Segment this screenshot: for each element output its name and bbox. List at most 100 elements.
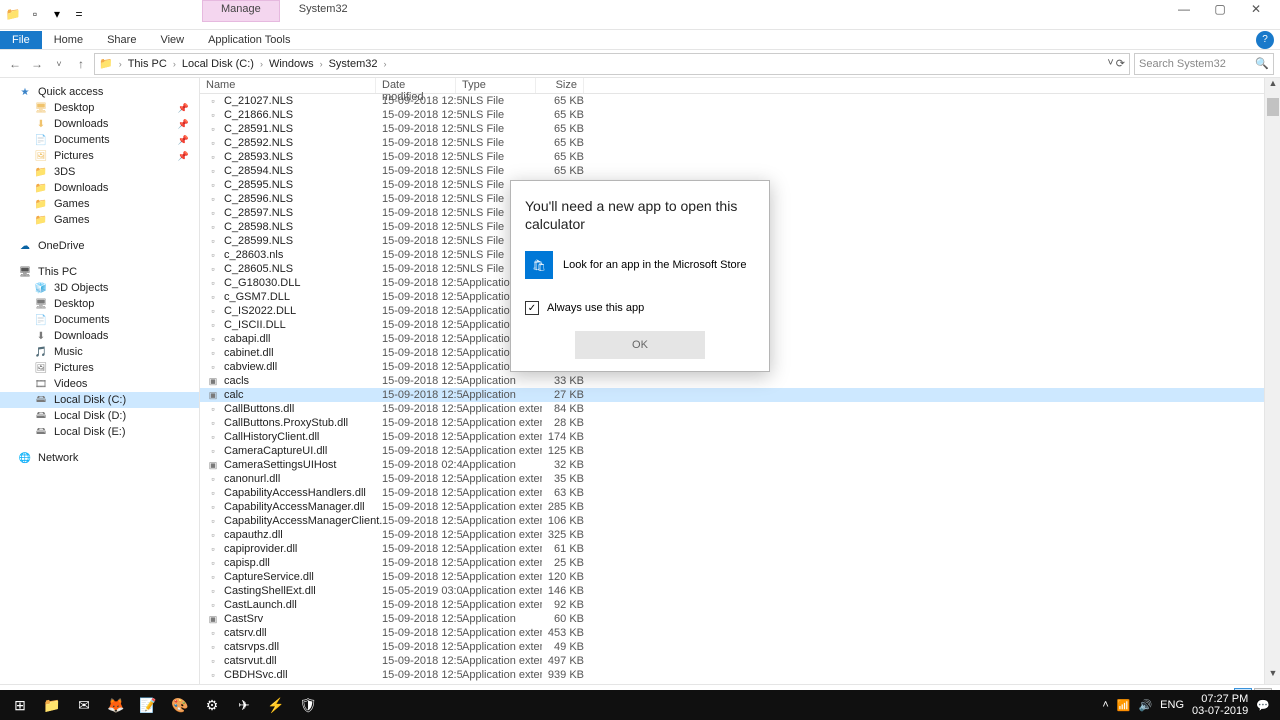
file-row[interactable]: ▫CapabilityAccessHandlers.dll15-09-2018 …: [200, 486, 1280, 500]
close-button[interactable]: ✕: [1244, 2, 1268, 16]
file-row[interactable]: ▫catsrv.dll15-09-2018 12:58 ...Applicati…: [200, 626, 1280, 640]
file-row[interactable]: ▫capisp.dll15-09-2018 12:58 ...Applicati…: [200, 556, 1280, 570]
file-row[interactable]: ▫canonurl.dll15-09-2018 12:58 ...Applica…: [200, 472, 1280, 486]
properties-icon[interactable]: ▫: [26, 5, 44, 23]
file-row[interactable]: ▫cca.dll15-09-2018 12:58 ...Application …: [200, 682, 1280, 684]
sidebar-item[interactable]: 🎵Music: [0, 344, 199, 360]
store-option[interactable]: 🛍 Look for an app in the Microsoft Store: [525, 251, 755, 279]
chevron-right-icon[interactable]: ›: [260, 59, 263, 69]
folder-icon[interactable]: 📁: [4, 5, 22, 23]
file-row[interactable]: ▫capauthz.dll15-09-2018 12:58 ...Applica…: [200, 528, 1280, 542]
back-button[interactable]: ←: [6, 57, 24, 71]
file-row[interactable]: ▫C_21866.NLS15-09-2018 12:58 ...NLS File…: [200, 108, 1280, 122]
chevron-right-icon[interactable]: ›: [173, 59, 176, 69]
language-indicator[interactable]: ENG: [1160, 699, 1184, 711]
taskbar-app-icon[interactable]: ⊞: [4, 691, 36, 719]
home-tab[interactable]: Home: [42, 31, 95, 49]
file-row[interactable]: ▫CameraCaptureUI.dll15-09-2018 12:58 ...…: [200, 444, 1280, 458]
breadcrumb[interactable]: This PC: [128, 58, 167, 70]
sidebar-item[interactable]: ⬇Downloads📌: [0, 116, 199, 132]
sidebar-item[interactable]: 📄Documents: [0, 312, 199, 328]
file-row[interactable]: ▫CastingShellExt.dll15-05-2019 03:08 ...…: [200, 584, 1280, 598]
quick-access[interactable]: ★Quick access: [0, 84, 199, 100]
this-pc[interactable]: 🖥This PC: [0, 264, 199, 280]
file-row[interactable]: ▫CallButtons.dll15-09-2018 12:58 ...Appl…: [200, 402, 1280, 416]
always-use-checkbox[interactable]: ✓ Always use this app: [525, 301, 755, 315]
forward-button[interactable]: →: [28, 57, 46, 71]
file-row[interactable]: ▫C_28592.NLS15-09-2018 12:58 ...NLS File…: [200, 136, 1280, 150]
taskbar-app-icon[interactable]: ✈: [228, 691, 260, 719]
chevron-right-icon[interactable]: ›: [119, 59, 122, 69]
tray-overflow-icon[interactable]: ˄: [1102, 699, 1108, 711]
vertical-scrollbar[interactable]: ▲ ▼: [1264, 78, 1280, 684]
taskbar-app-icon[interactable]: ⚡: [260, 691, 292, 719]
sidebar-item[interactable]: ⬇Downloads: [0, 328, 199, 344]
scroll-thumb[interactable]: [1267, 98, 1279, 116]
sidebar-item[interactable]: 🖴Local Disk (D:): [0, 408, 199, 424]
up-button[interactable]: ↑: [72, 57, 90, 71]
address-dropdown-icon[interactable]: ˅: [1107, 57, 1113, 70]
file-row[interactable]: ▫CaptureService.dll15-09-2018 12:58 ...A…: [200, 570, 1280, 584]
col-date[interactable]: Date modified: [376, 78, 456, 93]
search-input[interactable]: Search System32 🔍: [1134, 53, 1274, 75]
network-icon[interactable]: 📶: [1117, 699, 1131, 712]
col-name[interactable]: Name: [200, 78, 376, 93]
col-type[interactable]: Type: [456, 78, 536, 93]
minimize-button[interactable]: —: [1172, 2, 1196, 16]
sidebar-item[interactable]: 🖥Desktop📌: [0, 100, 199, 116]
ok-button[interactable]: OK: [575, 331, 705, 359]
search-icon[interactable]: 🔍: [1255, 57, 1269, 70]
taskbar-app-icon[interactable]: ✉: [68, 691, 100, 719]
taskbar-app-icon[interactable]: 🦊: [100, 691, 132, 719]
file-row[interactable]: ▫C_28593.NLS15-09-2018 12:58 ...NLS File…: [200, 150, 1280, 164]
checkbox-icon[interactable]: ✓: [525, 301, 539, 315]
sidebar-item[interactable]: 🖴Local Disk (C:): [0, 392, 199, 408]
chevron-right-icon[interactable]: ›: [320, 59, 323, 69]
sidebar-item[interactable]: 📄Documents📌: [0, 132, 199, 148]
sidebar-item[interactable]: 🖼Pictures📌: [0, 148, 199, 164]
sidebar-item[interactable]: 🎞Videos: [0, 376, 199, 392]
file-row[interactable]: ▫catsrvps.dll15-09-2018 12:58 ...Applica…: [200, 640, 1280, 654]
breadcrumb[interactable]: System32: [329, 58, 378, 70]
sidebar-item[interactable]: 🖥Desktop: [0, 296, 199, 312]
scroll-down-icon[interactable]: ▼: [1265, 668, 1280, 684]
breadcrumb[interactable]: Windows: [269, 58, 314, 70]
onedrive[interactable]: ☁OneDrive: [0, 238, 199, 254]
file-row[interactable]: ▫catsrvut.dll15-09-2018 12:58 ...Applica…: [200, 654, 1280, 668]
refresh-icon[interactable]: ⟳: [1116, 57, 1125, 70]
sidebar-item[interactable]: 📁Games: [0, 196, 199, 212]
breadcrumb-bar[interactable]: 📁 › This PC › Local Disk (C:) › Windows …: [94, 53, 1130, 75]
notifications-icon[interactable]: 💬: [1256, 699, 1270, 712]
clock[interactable]: 07:27 PM 03-07-2019: [1192, 693, 1248, 717]
chevron-right-icon[interactable]: ›: [384, 59, 387, 69]
file-tab[interactable]: File: [0, 31, 42, 49]
breadcrumb[interactable]: Local Disk (C:): [182, 58, 254, 70]
volume-icon[interactable]: 🔊: [1138, 699, 1152, 712]
sidebar-item[interactable]: 📁Games: [0, 212, 199, 228]
app-tools-tab[interactable]: Application Tools: [196, 31, 302, 49]
file-row[interactable]: ▫C_28591.NLS15-09-2018 12:58 ...NLS File…: [200, 122, 1280, 136]
manage-tab[interactable]: Manage: [202, 0, 280, 22]
file-row[interactable]: ▣calc15-09-2018 12:58 ...Application27 K…: [200, 388, 1280, 402]
sidebar-item[interactable]: 🧊3D Objects: [0, 280, 199, 296]
file-row[interactable]: ▣cacls15-09-2018 12:58 ...Application33 …: [200, 374, 1280, 388]
sidebar-item[interactable]: 📁3DS: [0, 164, 199, 180]
qat-dropdown-icon[interactable]: ▾: [48, 5, 66, 23]
file-row[interactable]: ▫capiprovider.dll15-09-2018 12:58 ...App…: [200, 542, 1280, 556]
file-row[interactable]: ▫C_21027.NLS15-09-2018 12:58 ...NLS File…: [200, 94, 1280, 108]
scroll-up-icon[interactable]: ▲: [1265, 78, 1280, 94]
taskbar-app-icon[interactable]: 🛡: [292, 691, 324, 719]
taskbar-app-icon[interactable]: 📝: [132, 691, 164, 719]
taskbar-app-icon[interactable]: 📁: [36, 691, 68, 719]
file-row[interactable]: ▫CapabilityAccessManagerClient.dll15-09-…: [200, 514, 1280, 528]
maximize-button[interactable]: ▢: [1208, 2, 1232, 16]
taskbar-app-icon[interactable]: 🎨: [164, 691, 196, 719]
file-row[interactable]: ▫C_28594.NLS15-09-2018 12:58 ...NLS File…: [200, 164, 1280, 178]
file-row[interactable]: ▣CameraSettingsUIHost15-09-2018 02:41 ..…: [200, 458, 1280, 472]
file-row[interactable]: ▫CastLaunch.dll15-09-2018 12:58 ...Appli…: [200, 598, 1280, 612]
history-dropdown-icon[interactable]: ˅: [50, 59, 68, 69]
file-row[interactable]: ▫CallHistoryClient.dll15-09-2018 12:58 .…: [200, 430, 1280, 444]
network[interactable]: 🌐Network: [0, 450, 199, 466]
sidebar-item[interactable]: 🖼Pictures: [0, 360, 199, 376]
col-size[interactable]: Size: [536, 78, 584, 93]
